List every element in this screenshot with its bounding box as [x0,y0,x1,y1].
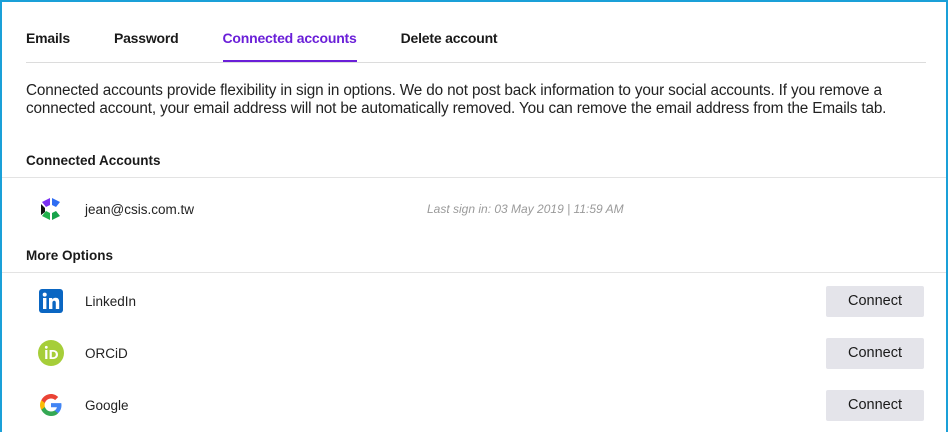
google-icon [38,392,64,418]
option-row-orcid: ORCiD Connect [38,337,924,369]
connect-google-button[interactable]: Connect [826,389,924,421]
last-sign-in: Last sign in: 03 May 2019 | 11:59 AM [427,202,624,216]
option-label: ORCiD [85,345,128,361]
divider [2,272,946,273]
tab-bar-divider [26,62,926,63]
option-label: LinkedIn [85,293,137,309]
connected-account-email: jean@csis.com.tw [85,201,194,217]
more-options-heading: More Options [26,248,113,263]
tab-connected-accounts[interactable]: Connected accounts [222,30,357,63]
tab-delete-account[interactable]: Delete account [401,30,498,62]
connected-account-row: jean@csis.com.tw Last sign in: 03 May 20… [38,193,924,225]
settings-panel: Emails Password Connected accounts Delet… [0,0,948,432]
provider-logo-icon [38,196,64,222]
option-row-google: Google Connect [38,389,924,421]
tab-bar: Emails Password Connected accounts Delet… [26,30,541,64]
option-label: Google [85,397,129,413]
connect-linkedin-button[interactable]: Connect [826,285,924,317]
option-row-linkedin: LinkedIn Connect [38,285,924,317]
orcid-icon [38,340,64,366]
divider [2,177,946,178]
connect-orcid-button[interactable]: Connect [826,337,924,369]
connected-accounts-description: Connected accounts provide flexibility i… [26,82,887,117]
linkedin-icon [38,288,64,314]
tab-password[interactable]: Password [114,30,179,62]
tab-emails[interactable]: Emails [26,30,70,62]
connected-accounts-heading: Connected Accounts [26,153,161,168]
